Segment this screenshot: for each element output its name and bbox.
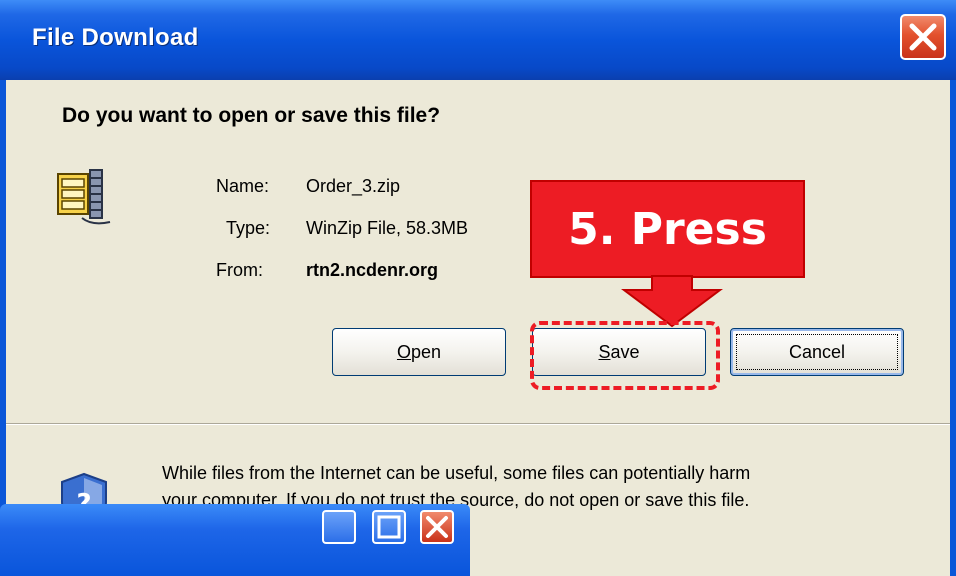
type-value: WinZip File, 58.3MB	[306, 218, 469, 238]
background-close-button[interactable]	[420, 510, 454, 544]
step-callout: 5. Press	[530, 180, 805, 278]
title-bar[interactable]: File Download	[0, 0, 956, 80]
zip-file-icon	[57, 169, 111, 225]
type-label: Type:	[226, 218, 271, 238]
focus-ring	[736, 334, 898, 370]
background-window-titlebar	[0, 504, 470, 576]
separator-highlight	[6, 424, 950, 425]
maximize-icon	[377, 515, 401, 539]
name-value: Order_3.zip	[306, 176, 401, 196]
close-icon	[426, 516, 448, 538]
file-download-dialog: File Download Do you want to open or sav…	[0, 0, 956, 576]
warning-line-1: While files from the Internet can be use…	[162, 463, 751, 483]
cancel-button[interactable]: Cancel	[730, 328, 904, 376]
open-button-label: Open	[396, 341, 442, 362]
save-highlight-box	[530, 321, 720, 390]
minimize-button[interactable]	[322, 510, 356, 544]
dialog-body: Do you want to open or save this file? N…	[6, 80, 950, 576]
from-value: rtn2.ncdenr.org	[306, 260, 439, 280]
open-button[interactable]: Open	[332, 328, 506, 376]
name-label: Name:	[216, 176, 270, 196]
maximize-button[interactable]	[372, 510, 406, 544]
from-label: From:	[216, 260, 263, 280]
close-button[interactable]	[900, 14, 946, 60]
close-icon	[909, 23, 937, 51]
question-text: Do you want to open or save this file?	[62, 104, 441, 127]
dialog-title: File Download	[32, 24, 199, 51]
